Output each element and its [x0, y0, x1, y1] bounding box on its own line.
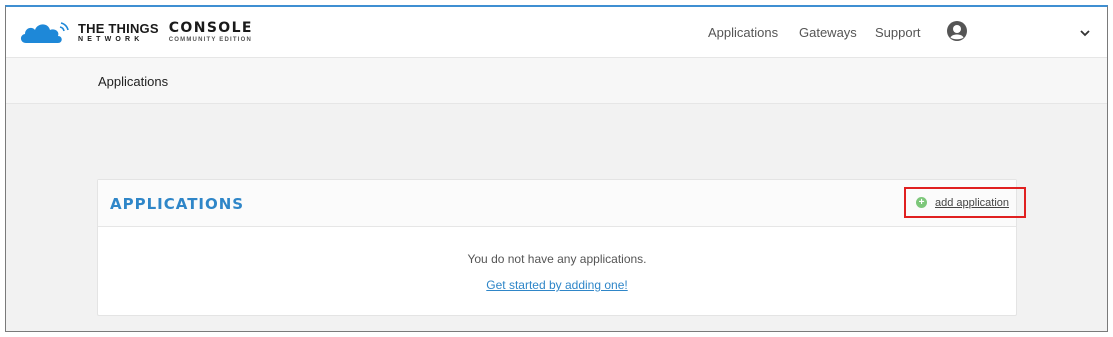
nav-applications[interactable]: Applications — [708, 7, 778, 58]
nav-gateways[interactable]: Gateways — [799, 7, 857, 58]
console-edition: COMMUNITY EDITION — [168, 37, 253, 43]
empty-state-cta: Get started by adding one! — [98, 278, 1016, 292]
applications-card: APPLICATIONS + add application You do no… — [97, 179, 1026, 316]
console-title: CONSOLE — [168, 20, 253, 36]
top-header: THE THINGS NETWORK CONSOLE COMMUNITY EDI… — [6, 7, 1107, 58]
cloud-logo-icon — [20, 22, 69, 43]
get-started-link[interactable]: Get started by adding one! — [486, 278, 627, 292]
nav-support[interactable]: Support — [875, 7, 921, 58]
add-application-label: add application — [935, 196, 1010, 209]
breadcrumb: Applications — [6, 58, 1107, 104]
add-application-button[interactable]: + add application — [904, 187, 1026, 218]
user-avatar-icon[interactable] — [946, 20, 968, 42]
empty-state-message: You do not have any applications. — [467, 252, 647, 266]
console-window: THE THINGS NETWORK CONSOLE COMMUNITY EDI… — [5, 5, 1108, 332]
ttn-logo[interactable]: THE THINGS NETWORK CONSOLE COMMUNITY EDI… — [18, 16, 253, 48]
card-title: APPLICATIONS — [110, 194, 245, 213]
chevron-down-icon[interactable] — [1079, 27, 1091, 39]
card-header: APPLICATIONS + add application — [98, 180, 1026, 227]
breadcrumb-applications[interactable]: Applications — [98, 58, 168, 104]
brand-wordmark: THE THINGS NETWORK — [78, 22, 159, 43]
console-wordmark: CONSOLE COMMUNITY EDITION — [169, 21, 253, 43]
add-circle-icon: + — [916, 197, 927, 208]
brand-sub: NETWORK — [78, 35, 144, 43]
brand-name: THE THINGS — [78, 20, 159, 36]
